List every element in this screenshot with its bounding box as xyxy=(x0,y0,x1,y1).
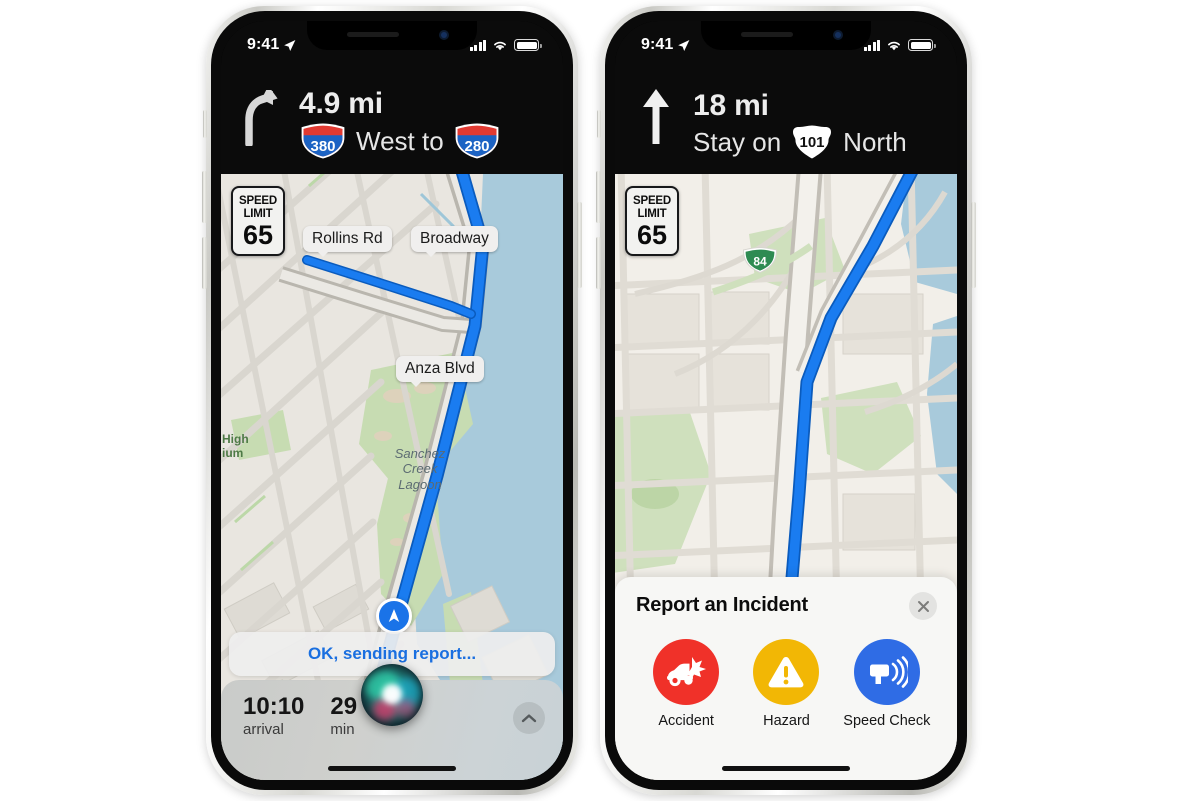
nav-instruction-middle-left: West to xyxy=(356,125,444,156)
notch-left xyxy=(307,21,477,50)
battery-full-icon xyxy=(514,39,542,51)
hazard-label: Hazard xyxy=(763,713,810,729)
street-label-rollins-rd: Rollins Rd xyxy=(303,226,392,257)
report-hazard-button[interactable]: Hazard xyxy=(736,639,836,729)
speed-check-label: Speed Check xyxy=(843,713,931,729)
close-sheet-button[interactable] xyxy=(909,592,937,620)
iphone-right: SPEED LIMIT 65 84 18 mi Stay on 101 Nort… xyxy=(596,6,976,795)
expand-trip-details-button[interactable] xyxy=(513,702,545,734)
speed-camera-icon xyxy=(869,656,908,688)
notch-right xyxy=(701,21,871,50)
status-time-right: 9:41 xyxy=(641,36,690,54)
nav-instruction-prefix-right: Stay on xyxy=(693,126,782,157)
location-arrow-icon xyxy=(284,39,296,51)
duration-block: 29 min xyxy=(330,694,357,738)
speed-limit-word-2-right: LIMIT xyxy=(637,207,667,220)
street-label-anza-blvd: Anza Blvd xyxy=(396,356,484,387)
incident-actions: Accident Hazard Speed Check xyxy=(636,639,937,729)
arrival-time: 10:10 xyxy=(243,693,305,720)
duration-label: min xyxy=(330,721,355,739)
location-arrow-icon xyxy=(678,39,690,51)
battery-full-icon xyxy=(908,39,936,51)
screen-right: SPEED LIMIT 65 84 18 mi Stay on 101 Nort… xyxy=(615,21,957,780)
duration-value: 29 xyxy=(330,693,358,720)
front-camera-icon xyxy=(439,30,449,40)
speed-limit-value: 65 xyxy=(242,219,274,250)
screen-left: SPEED LIMIT 65 Rollins Rd Broadway Anza … xyxy=(221,21,563,780)
speed-limit-value-right: 65 xyxy=(636,219,668,250)
screenshot-stage: SPEED LIMIT 65 Rollins Rd Broadway Anza … xyxy=(0,0,1200,801)
chevron-up-icon xyxy=(521,714,537,723)
nav-text-right: 18 mi Stay on 101 North xyxy=(693,88,941,160)
speed-limit-word-1-right: SPEED xyxy=(633,195,671,208)
siri-orb-icon[interactable] xyxy=(361,664,423,726)
poi-label-sanchez-creek-lagoon: Sanchez Creek Lagoon xyxy=(394,446,446,492)
close-icon xyxy=(917,600,929,612)
wifi-icon xyxy=(494,41,506,51)
interstate-shield-280-icon: 280 xyxy=(453,122,501,160)
svg-text:84: 84 xyxy=(753,255,767,269)
volume-up-button-left[interactable] xyxy=(202,171,207,223)
sheet-header: Report an Incident xyxy=(636,592,937,620)
arrival-block: 10:10 arrival xyxy=(243,694,304,738)
speed-limit-word-2: LIMIT xyxy=(243,207,273,220)
front-camera-icon xyxy=(833,30,843,40)
status-time-text-left: 9:41 xyxy=(247,36,280,53)
turn-right-ramp-icon xyxy=(239,90,285,160)
nav-distance-right: 18 mi xyxy=(693,88,769,122)
home-indicator-left[interactable] xyxy=(328,766,456,771)
svg-text:101: 101 xyxy=(800,134,825,151)
speed-check-icon-circle xyxy=(853,639,920,705)
sheet-title: Report an Incident xyxy=(636,594,808,616)
volume-up-button-right[interactable] xyxy=(596,171,601,223)
street-label-broadway: Broadway xyxy=(411,226,498,257)
svg-text:380: 380 xyxy=(310,138,335,155)
report-speed-check-button[interactable]: Speed Check xyxy=(837,639,937,729)
earpiece-speaker-icon xyxy=(741,32,793,37)
status-icons-right xyxy=(863,39,936,51)
accident-label: Accident xyxy=(658,713,714,729)
volume-down-button-right[interactable] xyxy=(596,237,601,289)
nav-instruction-left: 380 West to 280 xyxy=(299,122,547,160)
poi-label-high-school-stadium: High ium xyxy=(222,432,249,461)
status-time-text-right: 9:41 xyxy=(641,36,674,53)
volume-down-button-left[interactable] xyxy=(202,237,207,289)
mute-switch-right[interactable] xyxy=(597,110,601,138)
warning-triangle-icon xyxy=(769,657,804,688)
accident-icon-circle xyxy=(653,639,720,705)
status-time-left: 9:41 xyxy=(247,36,296,54)
wifi-icon xyxy=(888,41,900,51)
nav-instruction-right: Stay on 101 North xyxy=(693,124,941,160)
speed-limit-sign-right: SPEED LIMIT 65 xyxy=(625,186,679,256)
home-indicator-right[interactable] xyxy=(722,766,850,771)
location-puck-left xyxy=(376,598,412,634)
interstate-shield-380-icon: 380 xyxy=(299,122,347,160)
svg-text:280: 280 xyxy=(464,138,489,155)
earpiece-speaker-icon xyxy=(347,32,399,37)
nav-text-left: 4.9 mi 380 West to 280 xyxy=(299,86,547,160)
straight-arrow-icon xyxy=(633,88,679,160)
nav-instruction-suffix-right: North xyxy=(843,126,907,157)
arrival-label: arrival xyxy=(243,721,284,739)
mute-switch-left[interactable] xyxy=(203,110,207,138)
status-icons-left xyxy=(469,39,542,51)
power-button-left[interactable] xyxy=(577,202,582,288)
report-incident-sheet: Report an Incident Accident Hazard Speed… xyxy=(615,577,957,780)
car-crash-icon xyxy=(667,657,707,687)
iphone-left: SPEED LIMIT 65 Rollins Rd Broadway Anza … xyxy=(202,6,582,795)
power-button-right[interactable] xyxy=(971,202,976,288)
navigation-arrow-icon xyxy=(388,609,400,622)
speed-limit-word-1: SPEED xyxy=(239,195,277,208)
hazard-icon-circle xyxy=(753,639,820,705)
report-accident-button[interactable]: Accident xyxy=(636,639,736,729)
us-route-shield-101-icon: 101 xyxy=(790,124,834,160)
nav-distance-left: 4.9 mi xyxy=(299,86,383,120)
speed-limit-sign-left: SPEED LIMIT 65 xyxy=(231,186,285,256)
state-route-shield-84-icon: 84 xyxy=(741,246,779,274)
